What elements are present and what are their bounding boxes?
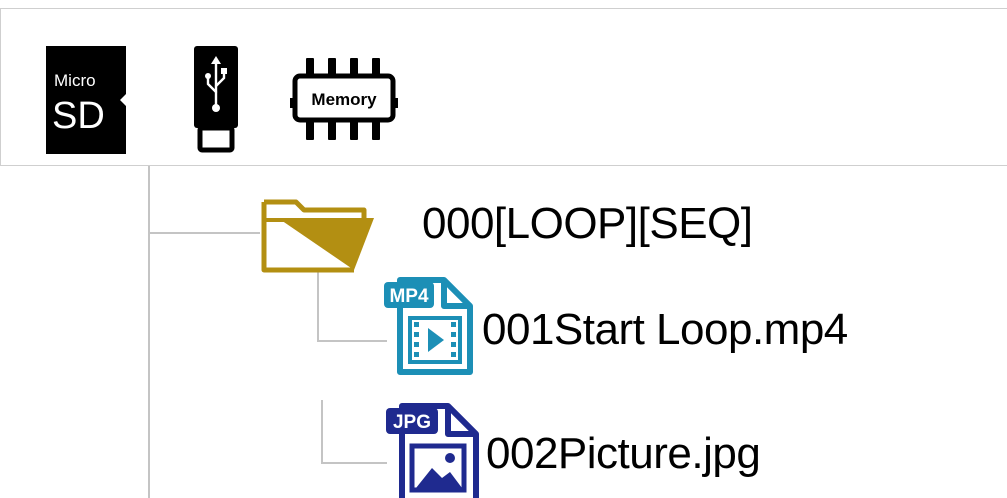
usb-drive-icon	[194, 46, 238, 153]
memory-chip-icon: Memory	[290, 58, 398, 140]
mp4-badge: MP4	[389, 286, 429, 307]
tree-file-node-mp4[interactable]: MP4 001Start Loop.mp4	[382, 274, 922, 382]
file-name-jpg: 002Picture.jpg	[486, 429, 761, 478]
file-browser-panel: Micro SD Memory 000[LOOP][SEQ] MP4 001St…	[0, 0, 1007, 498]
tree-connector-root	[148, 166, 150, 498]
tree-connector-file1-h	[317, 340, 387, 342]
tree-file-node-jpg[interactable]: JPG 002Picture.jpg	[382, 402, 902, 498]
tree-connector-file1-v	[317, 270, 319, 342]
tree-connector-file2-v	[321, 400, 323, 464]
microsd-text-top: Micro	[54, 71, 96, 90]
microsd-card-icon: Micro SD	[46, 46, 126, 154]
tree-connector-file2-h	[321, 462, 387, 464]
folder-name: 000[LOOP][SEQ]	[422, 199, 753, 248]
tree-connector-folder	[148, 232, 260, 234]
storage-toolbar: Micro SD Memory	[0, 8, 1007, 166]
microsd-button[interactable]: Micro SD	[42, 44, 130, 156]
file-name-mp4: 001Start Loop.mp4	[482, 305, 848, 354]
microsd-text-bottom: SD	[52, 95, 105, 137]
image-file-icon: JPG	[386, 403, 479, 498]
tree-folder-node[interactable]: 000[LOOP][SEQ]	[260, 188, 820, 274]
memory-button[interactable]: Memory	[288, 54, 402, 148]
folder-open-icon	[261, 199, 374, 273]
video-file-icon: MP4	[384, 277, 473, 375]
usb-drive-button[interactable]	[190, 44, 246, 156]
jpg-badge: JPG	[393, 412, 431, 433]
memory-chip-label: Memory	[311, 90, 377, 109]
file-tree: 000[LOOP][SEQ] MP4 001Start Loop.mp4 JPG…	[0, 166, 1007, 498]
